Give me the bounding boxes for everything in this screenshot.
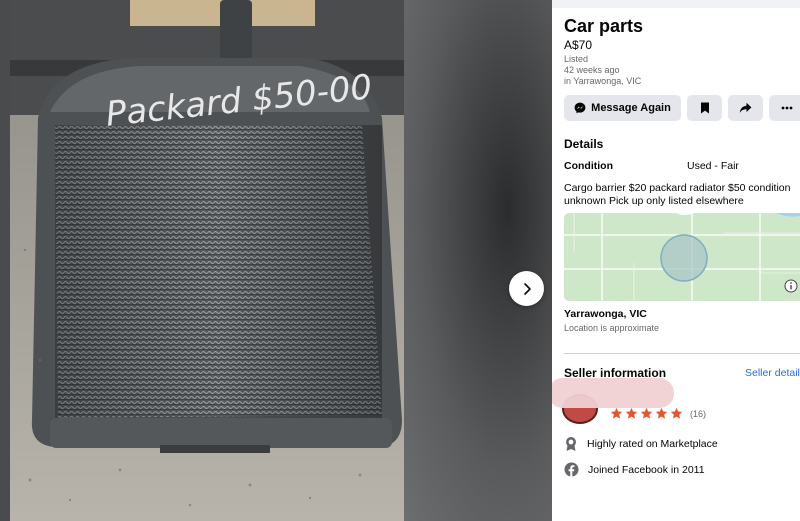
map-graphic — [564, 213, 800, 301]
star-icon — [640, 407, 653, 419]
seller-name-redaction — [552, 378, 674, 408]
save-button[interactable] — [687, 95, 722, 121]
seller-badge-row: Highly rated on Marketplace — [564, 436, 718, 452]
facebook-icon — [564, 462, 579, 477]
rating-stars — [610, 407, 683, 420]
listing-description: Cargo barrier $20 packard radiator $50 c… — [564, 182, 791, 207]
next-photo-button[interactable] — [509, 271, 544, 306]
share-arrow-icon — [739, 102, 752, 113]
photo-blur-background-left — [0, 0, 10, 521]
messenger-icon — [574, 102, 586, 114]
share-button[interactable] — [728, 95, 763, 121]
more-dots-icon — [781, 106, 792, 110]
seller-rating[interactable]: (16) — [610, 407, 706, 420]
star-icon — [610, 407, 623, 419]
badge-highly-rated: Highly rated on Marketplace — [587, 438, 718, 450]
more-options-button[interactable] — [769, 95, 800, 121]
listing-price: A$70 — [564, 38, 593, 52]
map-info-icon[interactable] — [784, 279, 798, 293]
listed-label: Listed — [564, 54, 589, 64]
message-again-button[interactable]: Message Again — [564, 95, 681, 121]
panel-top-bar — [552, 0, 800, 8]
photo-viewer: Packard $50-00 — [0, 0, 552, 521]
listing-photo: Packard $50-00 — [10, 0, 404, 521]
listed-time: 42 weeks ago — [564, 65, 620, 75]
condition-value: Used - Fair — [687, 160, 739, 172]
star-icon — [655, 407, 668, 419]
bookmark-icon — [700, 102, 709, 114]
listing-details-panel: Car parts A$70 Listed 42 weeks ago in Ya… — [552, 0, 800, 521]
star-icon — [670, 407, 683, 419]
map-location-note: Location is approximate — [564, 323, 660, 333]
location-map[interactable] — [564, 213, 800, 301]
badge-joined-facebook: Joined Facebook in 2011 — [588, 463, 705, 476]
message-again-label: Message Again — [591, 102, 671, 114]
listing-meta: Listed 42 weeks ago in Yarrawonga, VIC — [564, 54, 641, 87]
section-divider — [564, 353, 800, 354]
listing-actions: Message Again — [564, 95, 800, 121]
listing-title: Car parts — [564, 16, 644, 36]
seller-joined-row: Joined Facebook in 2011 — [564, 462, 705, 477]
condition-label: Condition — [564, 160, 613, 172]
details-heading: Details — [564, 137, 604, 151]
map-location-name: Yarrawonga, VIC — [564, 308, 647, 320]
photo-blur-background — [404, 0, 552, 521]
seller-details-link[interactable]: Seller details — [745, 367, 800, 379]
chevron-right-icon — [523, 282, 531, 295]
review-count: (16) — [690, 408, 707, 419]
listed-location: in Yarrawonga, VIC — [564, 76, 642, 86]
award-ribbon-icon — [566, 437, 576, 451]
star-icon — [625, 407, 638, 419]
